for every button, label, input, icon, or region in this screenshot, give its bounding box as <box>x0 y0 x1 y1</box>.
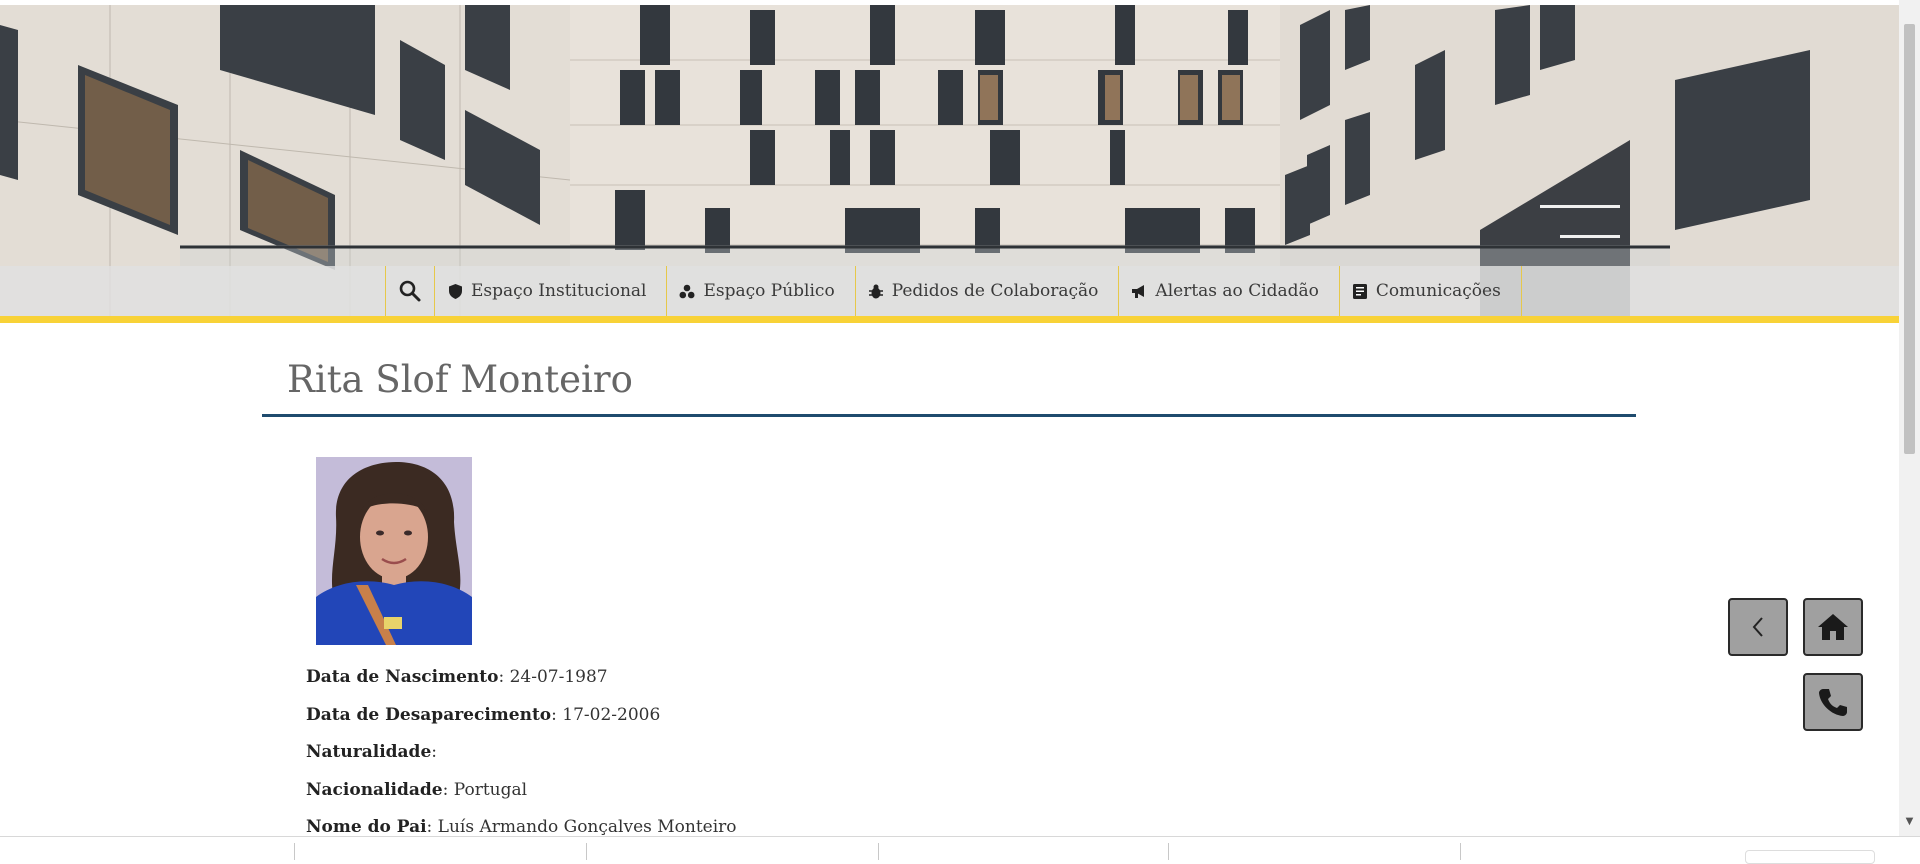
detail-value: : 24-07-1987 <box>498 667 608 687</box>
megaphone-icon <box>1131 283 1147 299</box>
main-navbar: Espaço Institucional Espaço Público Pedi… <box>0 266 1899 316</box>
page-title: Rita Slof Monteiro <box>287 358 633 401</box>
footer-divider <box>294 843 295 860</box>
bug-icon <box>868 283 884 299</box>
detail-label: Data de Nascimento <box>306 667 499 687</box>
footer-divider <box>586 843 587 860</box>
accent-bar <box>0 316 1899 323</box>
detail-label: Nacionalidade <box>306 779 443 800</box>
people-icon <box>679 283 695 299</box>
shield-icon <box>447 283 463 299</box>
nav-comunicacoes[interactable]: Comunicações <box>1340 266 1522 316</box>
detail-label: Data de Desaparecimento <box>306 704 552 725</box>
detail-value: : Portugal <box>442 779 528 800</box>
chevron-left-icon <box>1752 617 1763 637</box>
detail-label: Naturalidade <box>306 742 432 762</box>
title-divider <box>262 414 1636 417</box>
home-icon <box>1818 614 1848 640</box>
home-button[interactable] <box>1803 598 1863 656</box>
document-icon <box>1352 283 1368 299</box>
nav-label: Alertas ao Cidadão <box>1155 281 1319 301</box>
nav-espaco-publico[interactable]: Espaço Público <box>667 266 856 316</box>
back-button[interactable] <box>1728 598 1788 656</box>
nav-label: Espaço Público <box>703 281 835 301</box>
search-button[interactable] <box>385 266 435 316</box>
footer-strip <box>0 836 1920 860</box>
top-border <box>0 0 1899 5</box>
footer-widget[interactable] <box>1745 850 1875 864</box>
footer-divider <box>878 843 879 860</box>
detail-row-disappearance-date: Data de Desaparecimento: 17-02-2006 <box>306 702 737 740</box>
footer-divider <box>1460 843 1461 860</box>
detail-value: : <box>431 742 437 762</box>
nav-espaco-institucional[interactable]: Espaço Institucional <box>435 266 668 316</box>
person-photo <box>316 457 472 645</box>
scroll-down-arrow-icon[interactable]: ▼ <box>1902 816 1917 831</box>
nav-label: Comunicações <box>1375 281 1501 301</box>
search-icon <box>399 280 421 302</box>
nav-label: Espaço Institucional <box>471 281 647 301</box>
detail-value: : Luís Armando Gonçalves Monteiro <box>426 817 737 837</box>
nav-label: Pedidos de Colaboração <box>891 281 1099 301</box>
detail-row-birth-date: Data de Nascimento: 24-07-1987 <box>306 664 737 702</box>
phone-icon <box>1819 689 1847 716</box>
footer-divider <box>1168 843 1169 860</box>
detail-row-birthplace: Naturalidade: <box>306 739 737 777</box>
nav-pedidos-colaboracao[interactable]: Pedidos de Colaboração <box>856 266 1120 316</box>
detail-value: : 17-02-2006 <box>551 704 661 725</box>
scrollbar-thumb[interactable] <box>1904 24 1915 454</box>
detail-label: Nome do Pai <box>306 817 427 837</box>
nav-alertas-cidadao[interactable]: Alertas ao Cidadão <box>1119 266 1340 316</box>
person-details: Data de Nascimento: 24-07-1987 Data de D… <box>306 664 737 852</box>
detail-row-nationality: Nacionalidade: Portugal <box>306 777 737 815</box>
phone-button[interactable] <box>1803 673 1863 731</box>
